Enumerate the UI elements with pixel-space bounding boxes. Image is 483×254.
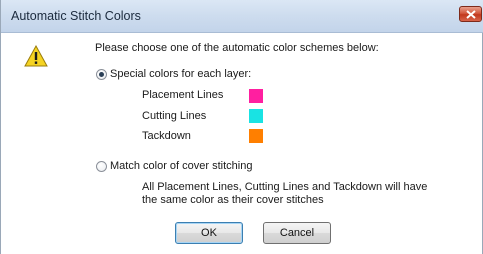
ok-button[interactable]: OK	[175, 222, 243, 244]
title-bar[interactable]: Automatic Stitch Colors	[1, 0, 483, 33]
cutting-lines-color-swatch	[249, 109, 263, 123]
warning-icon	[24, 45, 48, 67]
close-button[interactable]	[459, 6, 482, 22]
radio-selected-dot	[99, 72, 104, 77]
tackdown-color-swatch	[249, 129, 263, 143]
placement-lines-color-swatch	[249, 89, 263, 103]
close-icon	[466, 10, 476, 19]
window-title: Automatic Stitch Colors	[11, 9, 141, 23]
match-description-line1: All Placement Lines, Cutting Lines and T…	[142, 181, 428, 193]
prompt-text: Please choose one of the automatic color…	[95, 42, 379, 54]
special-colors-label[interactable]: Special colors for each layer:	[110, 68, 251, 80]
automatic-stitch-colors-dialog: Automatic Stitch Colors Please choose on…	[0, 0, 483, 254]
match-description-line2: the same color as their cover stitches	[142, 194, 324, 206]
cutting-lines-label: Cutting Lines	[142, 110, 207, 122]
match-cover-label[interactable]: Match color of cover stitching	[110, 160, 252, 172]
special-colors-radio[interactable]	[96, 69, 107, 80]
placement-lines-label: Placement Lines	[142, 89, 224, 101]
cancel-button[interactable]: Cancel	[263, 222, 331, 244]
match-cover-radio[interactable]	[96, 161, 107, 172]
tackdown-label: Tackdown	[142, 130, 191, 142]
